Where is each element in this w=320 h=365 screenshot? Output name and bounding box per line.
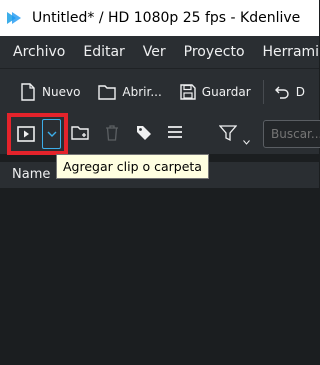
bin-menu-button[interactable] bbox=[167, 124, 183, 144]
save-button[interactable]: Guardar bbox=[180, 83, 251, 100]
save-icon bbox=[180, 83, 196, 100]
filter-dropdown-arrow[interactable] bbox=[243, 130, 250, 149]
new-document-icon bbox=[21, 82, 35, 101]
window-titlebar: Untitled* / HD 1080p 25 fps - Kdenlive bbox=[0, 0, 319, 36]
add-folder-button[interactable] bbox=[71, 124, 89, 146]
folder-add-icon bbox=[71, 126, 89, 140]
menu-ver[interactable]: Ver bbox=[143, 44, 166, 60]
new-label: Nuevo bbox=[42, 84, 81, 99]
open-button[interactable]: Abrir... bbox=[98, 84, 162, 100]
delete-clip-button[interactable] bbox=[105, 124, 119, 146]
menu-archivo[interactable]: Archivo bbox=[13, 44, 65, 60]
save-label: Guardar bbox=[201, 84, 251, 99]
filter-icon bbox=[218, 125, 238, 142]
main-toolbar: Nuevo Abrir... Guardar D bbox=[0, 68, 319, 114]
project-bin-list[interactable] bbox=[0, 189, 319, 365]
highlight-frame bbox=[7, 113, 68, 155]
menu-editar[interactable]: Editar bbox=[83, 44, 124, 60]
undo-label: D bbox=[295, 84, 305, 99]
filter-button[interactable] bbox=[218, 124, 238, 146]
open-label: Abrir... bbox=[122, 84, 162, 99]
undo-icon bbox=[274, 86, 289, 99]
menu-bar: Archivo Editar Ver Proyecto Herramie bbox=[0, 36, 319, 68]
chevron-down-small-icon bbox=[243, 140, 250, 145]
window-title: Untitled* / HD 1080p 25 fps - Kdenlive bbox=[32, 10, 301, 26]
column-name-label: Name bbox=[12, 167, 51, 182]
folder-open-icon bbox=[98, 84, 117, 100]
kdenlive-app-icon bbox=[6, 10, 22, 26]
trash-icon bbox=[106, 125, 118, 141]
toolbar-separator bbox=[262, 79, 264, 104]
bin-search-input[interactable] bbox=[263, 120, 320, 148]
undo-button[interactable]: D bbox=[274, 84, 305, 100]
tag-button[interactable] bbox=[135, 124, 153, 146]
menu-herramientas[interactable]: Herramie bbox=[263, 44, 319, 60]
add-clip-tooltip: Agregar clip o carpeta bbox=[56, 154, 209, 179]
hamburger-menu-icon bbox=[168, 126, 182, 138]
tag-icon bbox=[137, 126, 151, 140]
menu-proyecto[interactable]: Proyecto bbox=[184, 44, 245, 60]
new-button[interactable]: Nuevo bbox=[20, 82, 81, 101]
